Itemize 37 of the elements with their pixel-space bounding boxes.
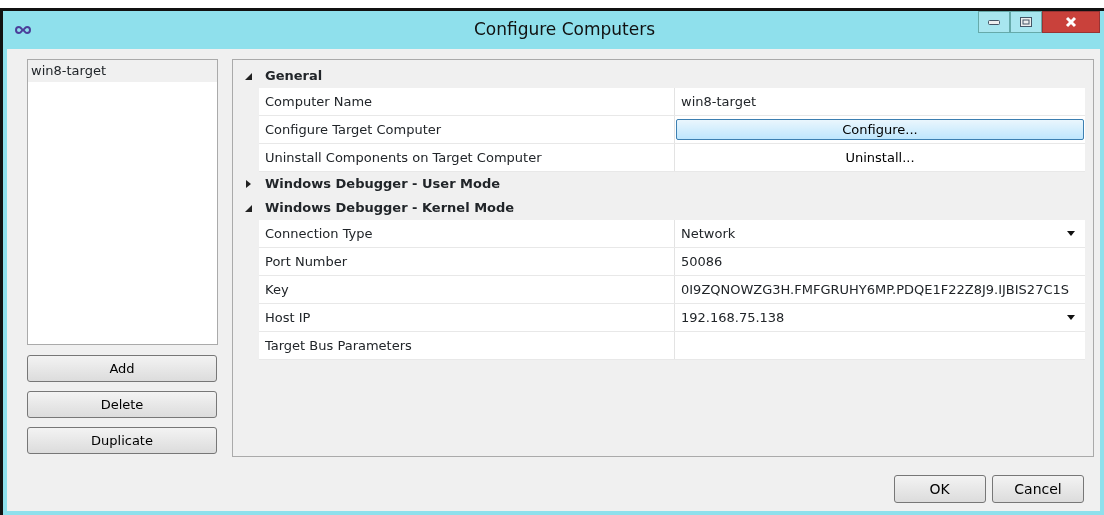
property-name: Port Number — [259, 248, 675, 275]
dialog-button[interactable]: OK — [893, 475, 986, 503]
property-name: Connection Type — [259, 220, 675, 247]
collapse-icon — [243, 71, 253, 81]
property-name: Computer Name — [259, 88, 675, 115]
expand-icon — [243, 179, 253, 189]
dialog-button[interactable]: Cancel — [992, 475, 1084, 503]
value-field[interactable]: 0I9ZQNOWZG3H.FMFGRUHY6MP.PDQE1F22Z8J9.IJBIS27C1S — [675, 276, 1085, 303]
value-field[interactable]: win8-target — [675, 88, 1085, 115]
collapse-icon — [243, 203, 253, 213]
property-name: Configure Target Computer — [259, 116, 675, 143]
list-button[interactable]: Delete — [27, 391, 217, 418]
property-name: Host IP — [259, 304, 675, 331]
property-name: Target Bus Parameters — [259, 332, 675, 359]
maximize-button[interactable] — [1010, 11, 1042, 33]
close-icon — [1065, 16, 1077, 28]
list-button[interactable]: Add — [27, 355, 217, 382]
minimize-button[interactable] — [978, 11, 1010, 33]
property-name: Uninstall Components on Target Computer — [259, 144, 675, 171]
list-button[interactable]: Duplicate — [27, 427, 217, 454]
maximize-icon — [1020, 17, 1032, 27]
computer-list-item[interactable]: win8-target — [28, 60, 217, 82]
value-field[interactable]: 50086 — [675, 248, 1085, 275]
property-name: Key — [259, 276, 675, 303]
category-header[interactable]: Windows Debugger - User Mode — [239, 172, 1085, 196]
dropdown-arrow-icon — [1067, 231, 1075, 236]
dropdown-arrow-icon — [1067, 315, 1075, 320]
category-header[interactable]: General — [239, 64, 1085, 88]
value-field[interactable] — [675, 332, 1085, 359]
app-logo-icon — [15, 26, 31, 34]
dropdown-field[interactable]: Network — [675, 220, 1085, 247]
close-button[interactable] — [1042, 11, 1100, 33]
property-button[interactable]: Configure... — [676, 118, 1084, 141]
dropdown-field[interactable]: 192.168.75.138 — [675, 304, 1085, 331]
minimize-icon — [988, 19, 1000, 25]
category-header[interactable]: Windows Debugger - Kernel Mode — [239, 196, 1085, 220]
window-title: Configure Computers — [472, 18, 657, 42]
